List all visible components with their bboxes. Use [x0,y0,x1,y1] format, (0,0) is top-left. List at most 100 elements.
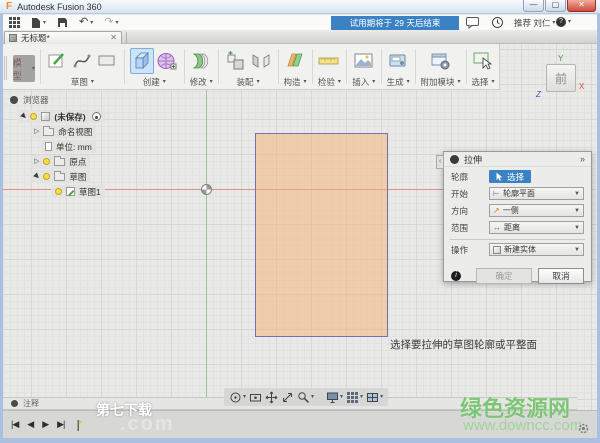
close-button[interactable]: ✕ [567,0,596,12]
sketch-rectangle-profile[interactable] [255,133,388,337]
fit-button[interactable]: ▾ [297,391,314,404]
document-page-icon [45,142,52,151]
visibility-bulb-icon[interactable] [43,158,50,165]
ribbon-group-menu[interactable]: 创建▾ [143,76,166,88]
rectangle-tool-button[interactable] [95,48,119,74]
ribbon-group-menu[interactable]: 修改▾ [190,76,213,88]
tree-row-root[interactable]: ▶ (未保存) [4,110,156,123]
insert-image-button[interactable] [352,48,376,74]
display-settings-button[interactable]: ▾ [326,391,343,404]
app-menu-button[interactable] [9,17,20,28]
tree-row-origin[interactable]: ▷ 原点 [4,155,156,168]
extent-dropdown[interactable]: ↔ 距离 ▼ [489,221,584,234]
job-status-button[interactable] [492,17,503,28]
profile-select-button[interactable]: 选择 [489,170,531,183]
info-icon[interactable]: i [451,271,461,281]
select-button[interactable] [471,48,495,74]
field-label: 方向 [451,205,489,217]
cancel-button[interactable]: 取消 [538,268,584,284]
ok-button[interactable]: 确定 [476,268,532,284]
grid-snaps-button[interactable]: ▾ [346,391,363,404]
view-cube[interactable]: Y 前 X Z [536,56,590,102]
dropdown-caret-icon: ▾ [338,79,341,85]
create-sketch-button[interactable] [45,48,69,74]
tab-divider [126,32,127,43]
joint-button[interactable] [249,48,273,74]
redo-button[interactable]: ↷ ▾ [104,17,118,28]
ribbon-group-menu[interactable]: 草图▾ [71,76,94,88]
help-menu-button[interactable]: ? ▾ [556,17,571,27]
ribbon-group-menu[interactable]: 装配▾ [237,76,260,88]
construct-plane-button[interactable] [283,48,307,74]
zoom-button[interactable] [281,391,294,404]
maximize-button[interactable]: ▢ [545,0,566,12]
gear-icon[interactable] [577,422,590,440]
orbit-button[interactable]: ▾ [229,391,246,404]
collapsed-triangle-icon[interactable]: ▷ [34,128,39,135]
ribbon-group-menu[interactable]: 生成▾ [387,76,410,88]
timeline-play-button[interactable]: ▶ [42,420,48,429]
user-account-menu[interactable]: 推荐 刘仁 ▾ [514,17,555,29]
new-component-button[interactable] [224,48,248,74]
ribbon-group-menu[interactable]: 附加模块▾ [421,76,461,88]
rectangle-tool-icon [97,51,117,71]
dropdown-caret-icon: ▾ [360,394,363,400]
collapsed-triangle-icon[interactable]: ▷ [34,158,39,165]
timeline-begin-button[interactable]: |◀ [11,420,18,429]
tree-row-sketch1[interactable]: 草图1 [4,185,156,198]
viewports-button[interactable]: ▾ [366,391,383,404]
minimize-button[interactable]: — [523,0,544,12]
dropdown-caret-icon: ▼ [574,247,580,253]
tree-row-units[interactable]: 单位: mm [4,140,156,153]
origin-point-marker[interactable] [201,184,212,195]
toolbar-grip[interactable] [4,56,7,80]
create-form-button[interactable] [155,48,179,74]
browser-header[interactable]: 浏览器 [4,92,156,108]
folder-icon [54,173,65,181]
measure-button[interactable] [317,48,341,74]
extrude-button[interactable] [130,48,154,74]
trial-countdown-button[interactable]: 试用期将于 29 天后结束 [331,16,459,30]
tree-row-named-views[interactable]: ▷ 命名视图 [4,125,156,138]
tree-row-sketches[interactable]: ▶ 草图 [4,170,156,183]
direction-dropdown[interactable]: ↗ 一侧 ▼ [489,204,584,217]
group-label: 装配 [237,76,254,88]
press-pull-button[interactable] [189,48,213,74]
dialog-expand-icon[interactable]: » [580,155,585,164]
undo-button[interactable]: ↶ ▾ [79,17,93,28]
dropdown-caret-icon: ▾ [163,79,166,85]
file-menu-button[interactable]: ▾ [31,17,46,29]
start-dropdown[interactable]: ⊢ 轮廓平面 ▼ [489,187,584,200]
form-sphere-icon [156,50,178,72]
activate-radio-icon[interactable] [92,112,101,121]
ribbon-group-menu[interactable]: 检验▾ [318,76,341,88]
user-account-label: 推荐 刘仁 [514,17,550,29]
spline-button[interactable] [70,48,94,74]
visibility-bulb-icon[interactable] [43,173,50,180]
feedback-button[interactable] [466,17,479,29]
view-cube-front-face[interactable]: 前 [546,64,576,92]
ribbon-group-menu[interactable]: 构造▾ [283,76,306,88]
save-button[interactable] [57,17,68,28]
timeline-marker-icon[interactable] [73,418,83,432]
document-tab[interactable]: 无标题* ✕ [4,31,122,44]
expanded-triangle-icon[interactable]: ▶ [19,112,28,121]
expanded-triangle-icon[interactable]: ▶ [32,172,41,181]
magnifier-icon [297,391,310,404]
visibility-bulb-icon[interactable] [55,188,62,195]
dialog-header[interactable]: 拉伸 » [444,152,591,167]
timeline-end-button[interactable]: ▶| [57,420,64,429]
workspace-selector[interactable]: 模型 ▾ [13,55,35,82]
addins-button[interactable] [429,48,453,74]
dialog-collapse-handle[interactable]: ‹ [436,155,444,169]
tab-close-icon[interactable]: ✕ [110,34,117,42]
dropdown-caret-icon: ▾ [380,394,383,400]
timeline-step-back-button[interactable]: ◀ [27,420,33,429]
look-at-button[interactable] [249,391,262,404]
ribbon-group-menu[interactable]: 插入▾ [352,76,375,88]
pan-button[interactable] [265,391,278,404]
make-button[interactable] [386,48,410,74]
visibility-bulb-icon[interactable] [30,113,37,120]
ribbon-group-menu[interactable]: 选择▾ [471,76,494,88]
operation-dropdown[interactable]: 新建实体 ▼ [489,243,584,256]
